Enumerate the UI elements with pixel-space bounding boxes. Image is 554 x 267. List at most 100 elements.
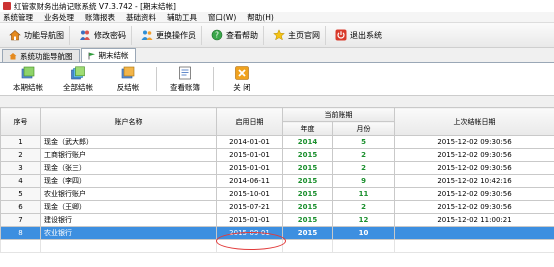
row-start-date: 2015-01-01 bbox=[216, 213, 283, 227]
switch-user-button[interactable]: 更换操作员 bbox=[136, 25, 202, 45]
row-account: 现金（王卿） bbox=[40, 200, 217, 214]
reverse-close-button[interactable]: 反结帐 bbox=[106, 64, 150, 94]
row-index: 2 bbox=[0, 148, 41, 162]
website-button[interactable]: 主页官网 bbox=[268, 25, 326, 45]
row-start-date: 2014-01-01 bbox=[216, 135, 283, 149]
row-last-close: 2015-12-02 10:42:16 bbox=[394, 174, 554, 188]
row-last-close: 2015-12-02 09:30:56 bbox=[394, 135, 554, 149]
switch-user-label: 更换操作员 bbox=[156, 30, 196, 40]
menu-business[interactable]: 业务处理 bbox=[44, 12, 74, 23]
help-label: 查看帮助 bbox=[226, 30, 258, 40]
row-account: 现金（武大郎） bbox=[40, 135, 217, 149]
table-row[interactable]: 5 农业银行账户 2015-10-01 2015 11 2015-12-02 0… bbox=[0, 187, 554, 201]
row-account: 现金（李四） bbox=[40, 174, 217, 188]
tab-period-close-label: 期末结帐 bbox=[98, 51, 129, 60]
menu-reports[interactable]: 账簿报表 bbox=[85, 12, 115, 23]
view-ledger-button[interactable]: 查看账簿 bbox=[163, 64, 207, 94]
toolbar-separator bbox=[156, 67, 157, 91]
row-last-close: 2015-12-02 09:30:56 bbox=[394, 161, 554, 175]
row-last-close: 2015-12-02 11:00:21 bbox=[394, 213, 554, 227]
ledger-icon bbox=[178, 66, 192, 80]
menu-window[interactable]: 窗口(W) bbox=[208, 12, 236, 23]
tab-bar: 系统功能导航图 期末结帐 bbox=[0, 48, 554, 63]
table-row[interactable]: 1 现金（武大郎） 2014-01-01 2014 5 2015-12-02 0… bbox=[0, 135, 554, 149]
change-password-button[interactable]: 修改密码 bbox=[74, 25, 132, 45]
header-month[interactable]: 月份 bbox=[332, 121, 395, 136]
home-icon bbox=[9, 29, 21, 41]
row-month: 2 bbox=[332, 200, 395, 214]
header-last-close[interactable]: 上次结帐日期 bbox=[394, 107, 554, 136]
function-toolbar: 本期结帐 全部结帐 反结帐 查看账簿 关 闭 bbox=[0, 63, 554, 96]
table-row[interactable]: 3 现金（张三） 2015-01-01 2015 2 2015-12-02 09… bbox=[0, 161, 554, 175]
close-period-icon bbox=[21, 66, 35, 80]
row-last-close bbox=[394, 226, 554, 240]
table-row[interactable]: 4 现金（李四） 2014-06-11 2015 9 2015-12-02 10… bbox=[0, 174, 554, 188]
header-start-date[interactable]: 启用日期 bbox=[216, 107, 283, 136]
row-year: 2015 bbox=[282, 174, 333, 188]
table-row[interactable]: 6 现金（王卿） 2015-07-21 2015 2 2015-12-02 09… bbox=[0, 200, 554, 214]
flag-icon bbox=[88, 52, 96, 60]
row-year: 2014 bbox=[282, 135, 333, 149]
row-year: 2015 bbox=[282, 226, 333, 240]
reverse-close-icon bbox=[121, 66, 135, 80]
nav-button[interactable]: 功能导航图 bbox=[4, 25, 70, 45]
empty-row bbox=[0, 239, 554, 253]
row-index: 4 bbox=[0, 174, 41, 188]
row-month: 9 bbox=[332, 174, 395, 188]
close-window-label: 关 闭 bbox=[233, 82, 251, 92]
row-start-date: 2015-07-21 bbox=[216, 200, 283, 214]
row-start-date: 2014-06-11 bbox=[216, 174, 283, 188]
tab-period-close[interactable]: 期末结帐 bbox=[80, 48, 136, 62]
row-start-date: 2015-09-01 bbox=[216, 226, 283, 240]
row-index: 7 bbox=[0, 213, 41, 227]
users-icon bbox=[79, 29, 91, 41]
header-account-name[interactable]: 账户名称 bbox=[40, 107, 217, 136]
exit-button[interactable]: 退出系统 bbox=[330, 26, 387, 45]
help-button[interactable]: ? 查看帮助 bbox=[206, 25, 264, 45]
row-index: 1 bbox=[0, 135, 41, 149]
row-year: 2015 bbox=[282, 148, 333, 162]
menu-help[interactable]: 帮助(H) bbox=[247, 12, 274, 23]
table-row-selected[interactable]: 8 农业银行 2015-09-01 2015 10 bbox=[0, 226, 554, 240]
app-window: 红管家财务出纳记账系统 V7.3.742 - [期末结帐] 系统管理 业务处理 … bbox=[0, 0, 554, 267]
row-account: 工商银行账户 bbox=[40, 148, 217, 162]
close-all-label: 全部结帐 bbox=[63, 82, 93, 92]
svg-text:?: ? bbox=[215, 31, 219, 40]
row-account: 农业银行账户 bbox=[40, 187, 217, 201]
header-year[interactable]: 年度 bbox=[282, 121, 333, 136]
switch-user-icon bbox=[141, 29, 153, 41]
row-index: 3 bbox=[0, 161, 41, 175]
change-password-label: 修改密码 bbox=[94, 30, 126, 40]
help-icon: ? bbox=[211, 29, 223, 41]
row-account: 建设银行 bbox=[40, 213, 217, 227]
row-year: 2015 bbox=[282, 213, 333, 227]
menu-basic-data[interactable]: 基础资料 bbox=[126, 12, 156, 23]
row-start-date: 2015-01-01 bbox=[216, 148, 283, 162]
tab-navigation[interactable]: 系统功能导航图 bbox=[2, 49, 80, 62]
table-row[interactable]: 7 建设银行 2015-01-01 2015 12 2015-12-02 11:… bbox=[0, 213, 554, 227]
close-icon bbox=[235, 65, 249, 80]
row-month: 10 bbox=[332, 226, 395, 240]
row-month: 11 bbox=[332, 187, 395, 201]
table-row[interactable]: 2 工商银行账户 2015-01-01 2015 2 2015-12-02 09… bbox=[0, 148, 554, 162]
menu-tools[interactable]: 辅助工具 bbox=[167, 12, 197, 23]
header-index[interactable]: 序号 bbox=[0, 107, 41, 136]
row-year: 2015 bbox=[282, 161, 333, 175]
row-month: 2 bbox=[332, 148, 395, 162]
row-last-close: 2015-12-02 09:30:56 bbox=[394, 200, 554, 214]
close-window-button[interactable]: 关 闭 bbox=[220, 64, 264, 94]
close-period-button[interactable]: 本期结帐 bbox=[6, 64, 50, 94]
row-last-close: 2015-12-02 09:30:56 bbox=[394, 148, 554, 162]
menu-system[interactable]: 系统管理 bbox=[3, 12, 33, 23]
close-all-button[interactable]: 全部结帐 bbox=[56, 64, 100, 94]
tab-navigation-label: 系统功能导航图 bbox=[20, 51, 73, 61]
row-index: 6 bbox=[0, 200, 41, 214]
row-year: 2015 bbox=[282, 200, 333, 214]
row-month: 5 bbox=[332, 135, 395, 149]
website-label: 主页官网 bbox=[288, 30, 320, 40]
row-start-date: 2015-01-01 bbox=[216, 161, 283, 175]
power-icon bbox=[335, 29, 347, 41]
accounts-table: 序号 账户名称 启用日期 当前账期 上次结帐日期 年度 月份 1 现金（武大郎）… bbox=[0, 107, 554, 253]
reverse-close-label: 反结帐 bbox=[116, 82, 140, 92]
title-bar: 红管家财务出纳记账系统 V7.3.742 - [期末结帐] bbox=[0, 0, 554, 12]
